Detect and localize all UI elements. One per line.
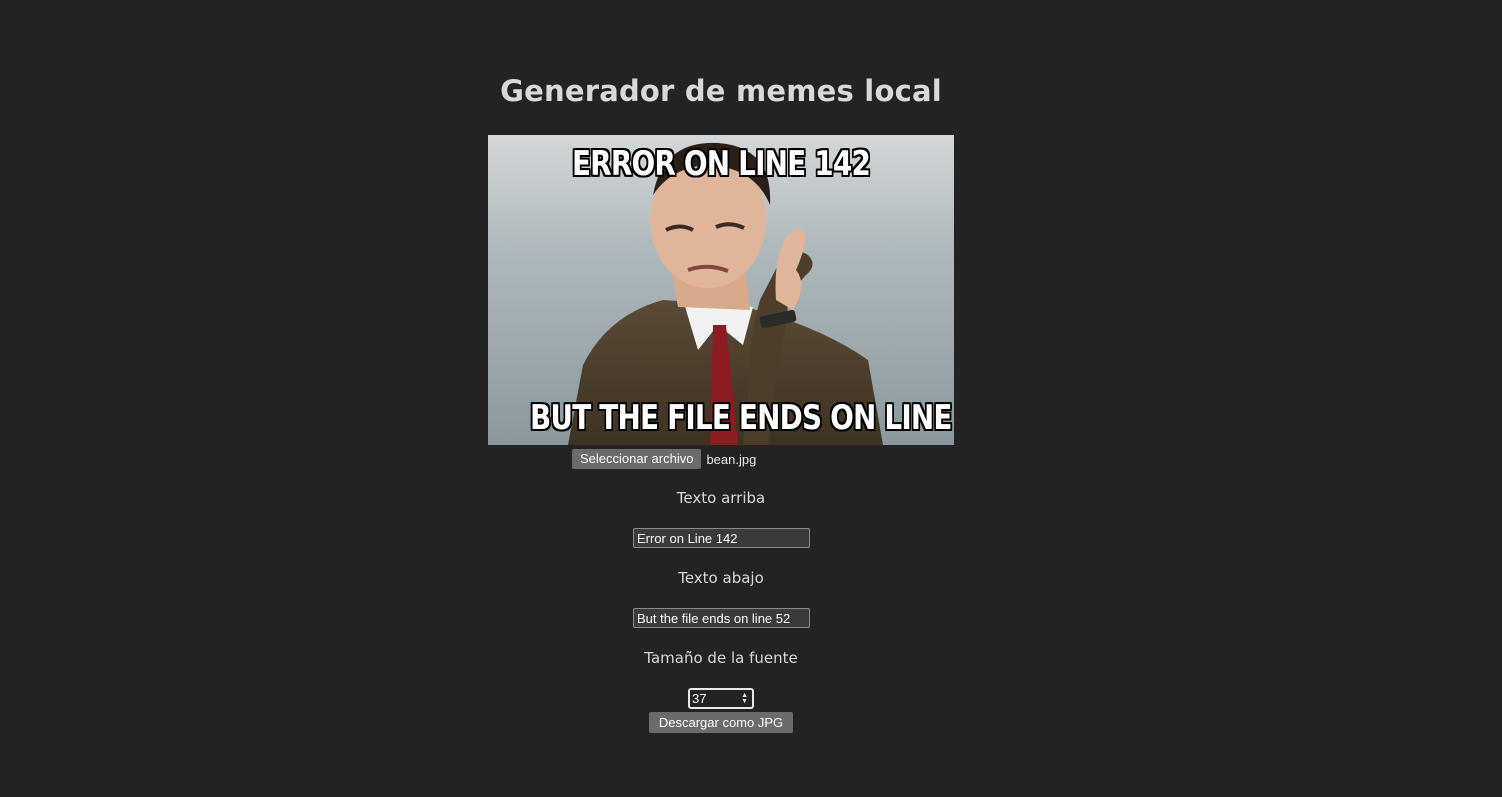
select-file-button[interactable]: Seleccionar archivo <box>572 449 702 469</box>
selected-file-name: bean.jpg <box>706 451 757 467</box>
page-title: Generador de memes local <box>500 74 942 108</box>
font-size-label: Tamaño de la fuente <box>644 649 798 667</box>
download-jpg-button[interactable]: Descargar como JPG <box>649 712 793 733</box>
meme-preview: ERROR ON LINE 142 BUT THE FILE ENDS ON L… <box>488 135 954 445</box>
page: Generador de memes local ERROR ON LINE 1… <box>0 0 1502 797</box>
meme-top-caption: ERROR ON LINE 142 <box>571 144 871 184</box>
meme-bottom-caption: BUT THE FILE ENDS ON LINE 52 <box>529 398 954 438</box>
top-text-input[interactable] <box>633 528 810 548</box>
bottom-text-input[interactable] <box>633 608 810 628</box>
spinner-down-icon[interactable]: ▼ <box>741 698 748 705</box>
top-text-label: Texto arriba <box>676 489 766 507</box>
spinner-up-down-icon[interactable]: ▲ ▼ <box>741 692 748 705</box>
font-size-input[interactable]: 37 ▲ ▼ <box>688 688 754 709</box>
bottom-text-label: Texto abajo <box>678 569 764 587</box>
font-size-value: 37 <box>692 691 707 706</box>
file-picker: Seleccionar archivo bean.jpg <box>572 448 756 470</box>
